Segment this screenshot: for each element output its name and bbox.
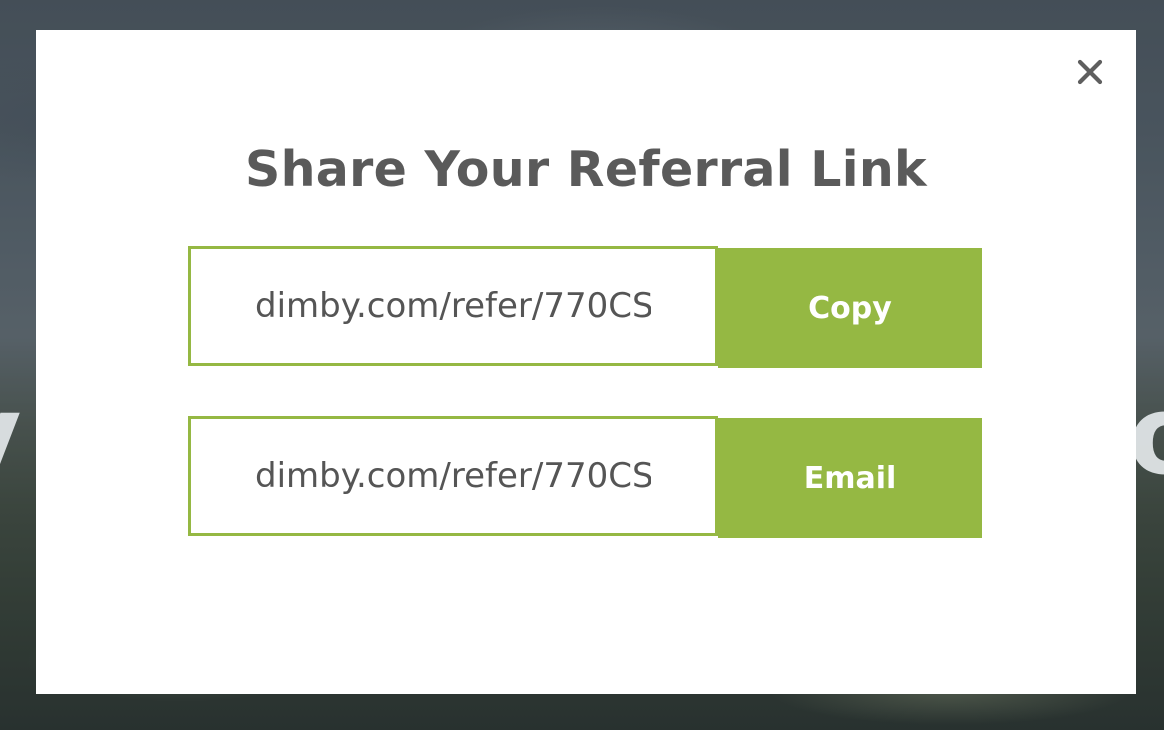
copy-row: Copy (188, 246, 982, 368)
email-button[interactable]: Email (718, 418, 982, 538)
modal-title: Share Your Referral Link (245, 141, 927, 198)
referral-modal: Share Your Referral Link Copy Email (36, 30, 1136, 694)
close-button[interactable] (1074, 54, 1106, 90)
email-row: Email (188, 416, 982, 538)
referral-link-field[interactable] (188, 246, 718, 366)
copy-button[interactable]: Copy (718, 248, 982, 368)
background-headline-fragment-left: y (0, 380, 22, 490)
referral-link-email-field[interactable] (188, 416, 718, 536)
close-icon (1077, 59, 1103, 85)
